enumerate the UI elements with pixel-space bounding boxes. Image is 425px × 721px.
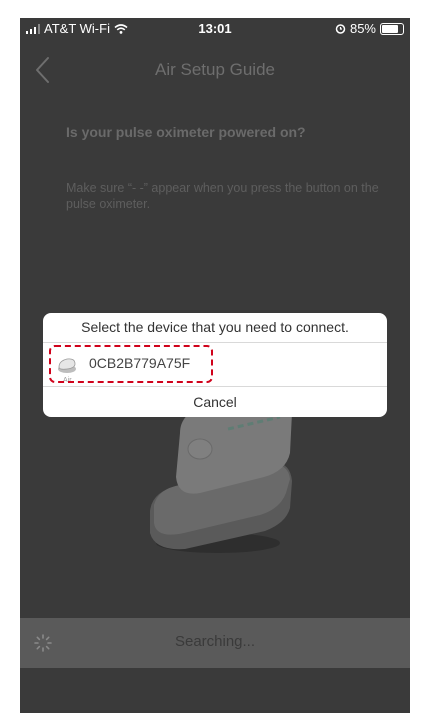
nav-bar: Air Setup Guide xyxy=(20,54,410,86)
setup-question: Is your pulse oximeter powered on? xyxy=(66,124,306,140)
app-screen: AT&T Wi-Fi 13:01 85% Air Setup Guide Is … xyxy=(20,18,410,713)
alarm-icon xyxy=(335,24,346,34)
device-list-item[interactable]: Air 0CB2B779A75F xyxy=(43,343,387,386)
battery-percent: 85% xyxy=(349,21,376,36)
pulse-oximeter-illustration xyxy=(150,393,292,553)
search-status-bar: Searching... xyxy=(20,618,410,668)
battery-icon xyxy=(380,22,404,35)
selection-highlight xyxy=(49,345,213,383)
device-selection-sheet: Select the device that you need to conne… xyxy=(43,313,387,417)
searching-label: Searching... xyxy=(174,633,256,650)
status-bar: AT&T Wi-Fi 13:01 85% xyxy=(20,18,410,38)
sheet-title: Select the device that you need to conne… xyxy=(81,319,349,335)
setup-instruction: Make sure “- -” appear when you press th… xyxy=(66,181,379,211)
page-title: Air Setup Guide xyxy=(154,60,275,79)
cancel-button[interactable]: Cancel xyxy=(43,387,387,417)
